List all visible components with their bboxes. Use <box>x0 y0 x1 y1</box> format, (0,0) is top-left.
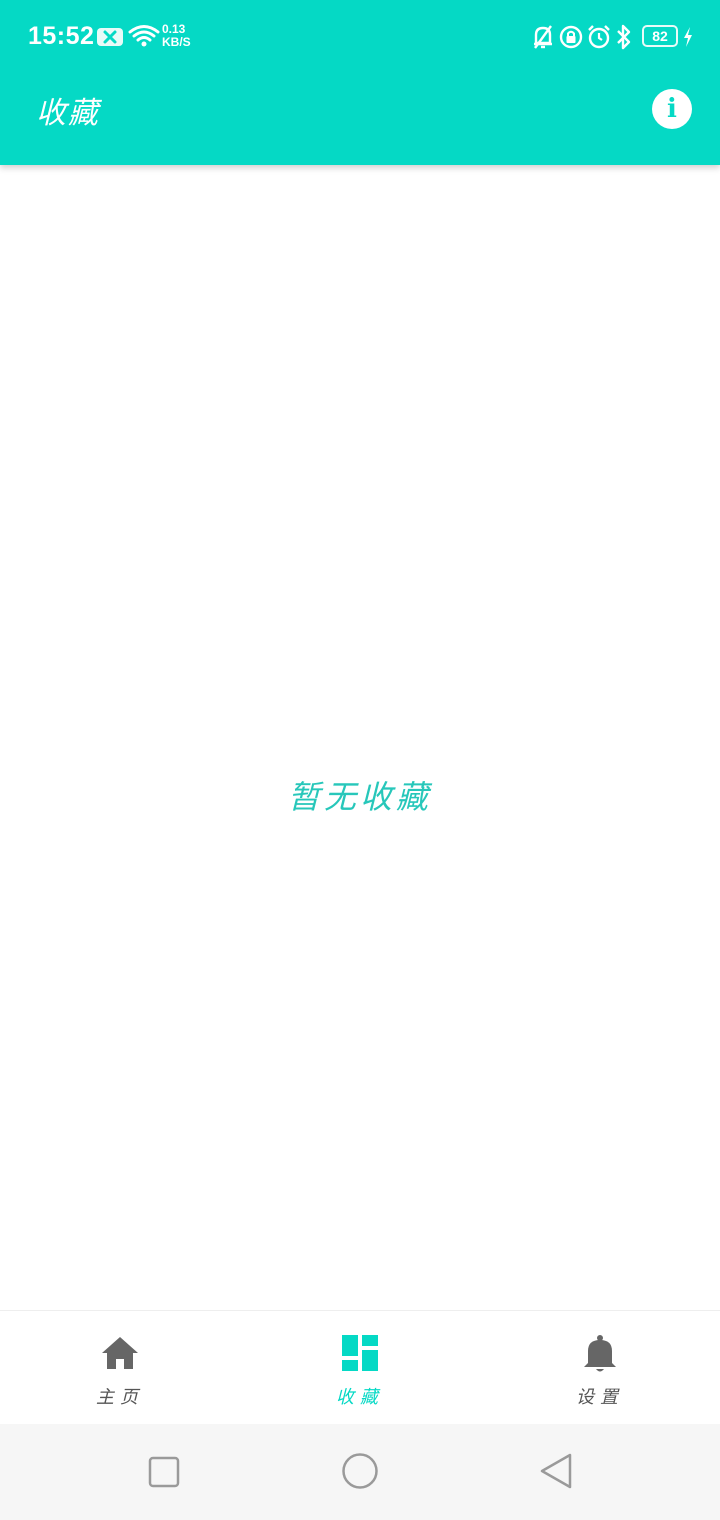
recent-apps-icon[interactable] <box>148 1456 180 1488</box>
battery-indicator: 82 <box>642 25 678 47</box>
info-icon[interactable]: i <box>652 89 692 129</box>
nav-label-home: 主页 <box>96 1387 144 1408</box>
network-speed-unit: KB/S <box>162 35 191 49</box>
charging-icon <box>684 27 692 47</box>
back-icon[interactable] <box>538 1452 574 1490</box>
x-notification-icon <box>97 28 123 46</box>
home-icon <box>102 1337 138 1369</box>
nav-item-home[interactable]: 主页 <box>0 1311 240 1425</box>
alarm-icon <box>588 25 610 49</box>
home-button-icon[interactable] <box>341 1452 379 1490</box>
nav-label-settings: 设置 <box>576 1387 624 1408</box>
nav-label-favorites: 收藏 <box>336 1387 384 1408</box>
bluetooth-icon <box>617 24 631 50</box>
system-navigation-bar <box>0 1424 720 1520</box>
rotation-lock-icon <box>559 25 583 49</box>
status-time: 15:52 <box>28 22 95 50</box>
nav-item-settings[interactable]: 设置 <box>480 1311 720 1425</box>
network-speed: 0.13 KB/S <box>162 23 191 49</box>
bottom-navigation: 主页 收藏 设置 <box>0 1310 720 1425</box>
page-title: 收藏 <box>36 96 100 131</box>
top-app-bar: 15:52 0.13 KB/S 82 收藏 i <box>0 0 720 165</box>
dashboard-icon <box>342 1335 378 1371</box>
bell-off-icon <box>534 25 552 49</box>
empty-state-message: 暂无收藏 <box>287 778 432 816</box>
wifi-icon <box>128 25 160 47</box>
nav-item-favorites[interactable]: 收藏 <box>240 1311 480 1425</box>
bell-icon <box>584 1335 616 1372</box>
